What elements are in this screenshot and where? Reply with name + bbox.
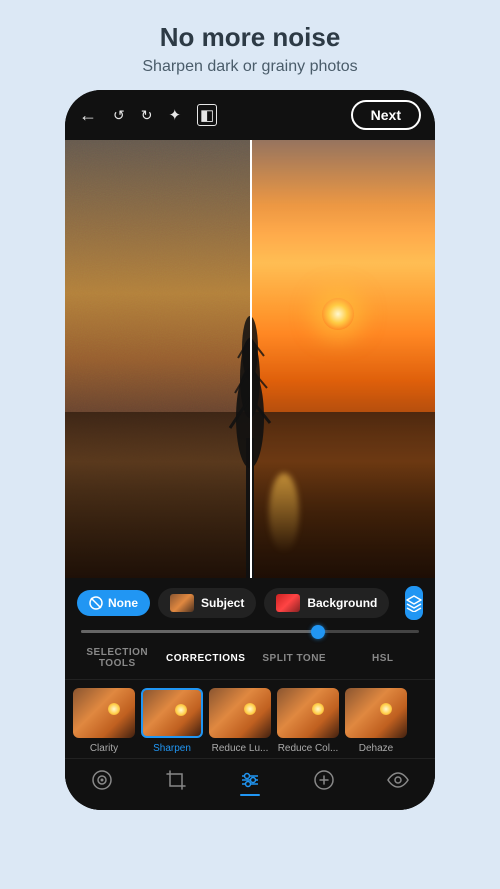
page-subtitle: Sharpen dark or grainy photos xyxy=(142,58,357,76)
back-icon[interactable]: ← xyxy=(79,105,97,126)
photo-canvas xyxy=(65,140,435,578)
correction-reduce-color[interactable]: Reduce Col... xyxy=(277,688,339,754)
subject-thumbnail xyxy=(170,594,194,612)
sun-glow xyxy=(322,298,354,330)
photo-area xyxy=(65,140,435,578)
correction-reduce-luminance[interactable]: Reduce Lu... xyxy=(209,688,271,754)
clarity-label: Clarity xyxy=(90,743,118,754)
sharpen-label: Sharpen xyxy=(153,743,191,754)
tab-split-tone[interactable]: SPLIT TONE xyxy=(250,649,339,668)
bottom-nav xyxy=(65,758,435,810)
sharpen-thumbnail xyxy=(141,688,203,738)
reduce-col-thumbnail xyxy=(277,688,339,738)
mask-selector-row: None Subject Background xyxy=(65,578,435,628)
dehaze-label: Dehaze xyxy=(359,743,393,754)
nav-eye[interactable] xyxy=(361,769,435,796)
subject-mask-button[interactable]: Subject xyxy=(158,588,256,618)
slider-thumb[interactable] xyxy=(311,625,325,639)
camera-lens-icon xyxy=(91,769,113,791)
nav-crop[interactable] xyxy=(139,769,213,796)
slider-fill xyxy=(81,630,318,633)
tab-row: SELECTION TOOLS CORRECTIONS SPLIT TONE H… xyxy=(65,639,435,680)
reduce-lu-thumbnail xyxy=(209,688,271,738)
undo-icon[interactable]: ↺ xyxy=(113,107,125,124)
correction-clarity[interactable]: Clarity xyxy=(73,688,135,754)
dehaze-thumbnail xyxy=(345,688,407,738)
correction-dehaze[interactable]: Dehaze xyxy=(345,688,407,754)
nav-healing[interactable] xyxy=(287,769,361,796)
tab-corrections[interactable]: CORRECTIONS xyxy=(162,649,251,668)
tab-hsl[interactable]: HSL xyxy=(339,649,428,668)
nav-active-indicator xyxy=(240,794,260,796)
none-icon xyxy=(89,596,103,610)
corrections-row: Clarity Sharpen Reduce Lu... Reduce Col.… xyxy=(65,680,435,758)
correction-sharpen[interactable]: Sharpen xyxy=(141,688,203,754)
clarity-thumbnail xyxy=(73,688,135,738)
layers-button[interactable] xyxy=(405,586,423,620)
magic-wand-icon[interactable]: ✦ xyxy=(168,106,181,124)
nav-adjustments[interactable] xyxy=(213,769,287,796)
tab-selection-tools[interactable]: SELECTION TOOLS xyxy=(73,643,162,673)
bottom-panel: None Subject Background xyxy=(65,578,435,810)
compare-slider-track[interactable] xyxy=(81,630,419,633)
sliders-icon xyxy=(239,769,261,791)
healing-icon xyxy=(313,769,335,791)
compare-divider[interactable] xyxy=(250,140,252,578)
eye-icon xyxy=(387,769,409,791)
none-mask-button[interactable]: None xyxy=(77,590,150,616)
slider-row xyxy=(65,628,435,639)
next-button[interactable]: Next xyxy=(351,100,421,130)
background-thumbnail xyxy=(276,594,300,612)
compare-icon[interactable]: ◧ xyxy=(197,104,217,126)
crop-icon xyxy=(165,769,187,791)
reduce-col-label: Reduce Col... xyxy=(278,743,339,754)
page-title: No more noise xyxy=(142,22,357,53)
reduce-lu-label: Reduce Lu... xyxy=(212,743,269,754)
nav-camera[interactable] xyxy=(65,769,139,796)
header-section: No more noise Sharpen dark or grainy pho… xyxy=(122,0,377,90)
redo-icon[interactable]: ↻ xyxy=(141,107,153,124)
toolbar: ← ↺ ↻ ✦ ◧ Next xyxy=(65,90,435,140)
layers-icon xyxy=(405,594,423,612)
phone-mockup: ← ↺ ↻ ✦ ◧ Next xyxy=(65,90,435,810)
background-mask-button[interactable]: Background xyxy=(264,588,389,618)
